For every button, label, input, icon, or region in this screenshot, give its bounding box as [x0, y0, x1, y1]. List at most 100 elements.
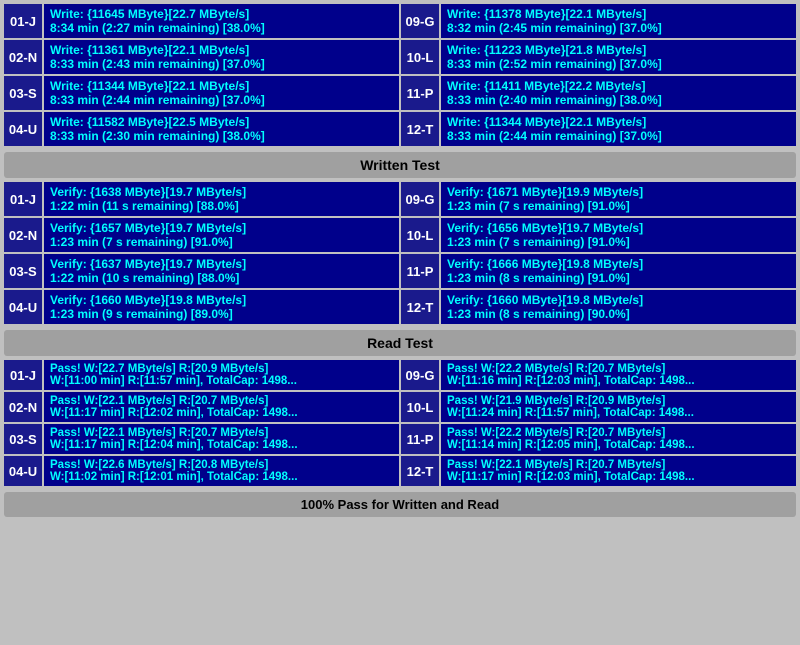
- table-row: 10-L Pass! W:[21.9 MByte/s] R:[20.9 MByt…: [401, 392, 796, 422]
- verify-line1-12t: Verify: {1660 MByte}[19.8 MByte/s]: [447, 293, 790, 307]
- read-right-col: 09-G Pass! W:[22.2 MByte/s] R:[20.7 MByt…: [401, 360, 796, 488]
- verify-line1-09g: Verify: {1671 MByte}[19.9 MByte/s]: [447, 185, 790, 199]
- verify-line1-03s: Verify: {1637 MByte}[19.7 MByte/s]: [50, 257, 393, 271]
- table-row: 12-T Write: {11344 MByte}[22.1 MByte/s] …: [401, 112, 796, 146]
- table-row: 02-N Verify: {1657 MByte}[19.7 MByte/s] …: [4, 218, 399, 252]
- verify-data-11p: Verify: {1666 MByte}[19.8 MByte/s] 1:23 …: [441, 254, 796, 288]
- table-row: 11-P Pass! W:[22.2 MByte/s] R:[20.7 MByt…: [401, 424, 796, 454]
- table-row: 01-J Verify: {1638 MByte}[19.7 MByte/s] …: [4, 182, 399, 216]
- table-row: 09-G Verify: {1671 MByte}[19.9 MByte/s] …: [401, 182, 796, 216]
- read-line1-12t: Pass! W:[22.1 MByte/s] R:[20.7 MByte/s]: [447, 459, 790, 471]
- write-line2-04u: 8:33 min (2:30 min remaining) [38.0%]: [50, 129, 393, 143]
- verify-line2-02n: 1:23 min (7 s remaining) [91.0%]: [50, 235, 393, 249]
- table-row: 09-G Pass! W:[22.2 MByte/s] R:[20.7 MByt…: [401, 360, 796, 390]
- read-section: 01-J Pass! W:[22.7 MByte/s] R:[20.9 MByt…: [4, 360, 796, 488]
- drive-id-02n-verify: 02-N: [4, 218, 42, 252]
- verify-data-04u: Verify: {1660 MByte}[19.8 MByte/s] 1:23 …: [44, 290, 399, 324]
- write-data-04u: Write: {11582 MByte}[22.5 MByte/s] 8:33 …: [44, 112, 399, 146]
- read-line2-11p: W:[11:14 min] R:[12:05 min], TotalCap: 1…: [447, 439, 790, 451]
- read-data-04u: Pass! W:[22.6 MByte/s] R:[20.8 MByte/s] …: [44, 456, 399, 486]
- drive-id-11p-write: 11-P: [401, 76, 439, 110]
- write-line1-04u: Write: {11582 MByte}[22.5 MByte/s]: [50, 115, 393, 129]
- verify-line1-02n: Verify: {1657 MByte}[19.7 MByte/s]: [50, 221, 393, 235]
- write-data-02n: Write: {11361 MByte}[22.1 MByte/s] 8:33 …: [44, 40, 399, 74]
- table-row: 11-P Verify: {1666 MByte}[19.8 MByte/s] …: [401, 254, 796, 288]
- drive-id-09g-read: 09-G: [401, 360, 439, 390]
- drive-id-10l-write: 10-L: [401, 40, 439, 74]
- read-data-01j: Pass! W:[22.7 MByte/s] R:[20.9 MByte/s] …: [44, 360, 399, 390]
- read-line1-04u: Pass! W:[22.6 MByte/s] R:[20.8 MByte/s]: [50, 459, 393, 471]
- write-line1-10l: Write: {11223 MByte}[21.8 MByte/s]: [447, 43, 790, 57]
- read-line2-12t: W:[11:17 min] R:[12:03 min], TotalCap: 1…: [447, 471, 790, 483]
- drive-id-09g-verify: 09-G: [401, 182, 439, 216]
- verify-section: 01-J Verify: {1638 MByte}[19.7 MByte/s] …: [4, 182, 796, 326]
- write-data-09g: Write: {11378 MByte}[22.1 MByte/s] 8:32 …: [441, 4, 796, 38]
- write-data-01j: Write: {11645 MByte}[22.7 MByte/s] 8:34 …: [44, 4, 399, 38]
- table-row: 03-S Verify: {1637 MByte}[19.7 MByte/s] …: [4, 254, 399, 288]
- read-grid: 01-J Pass! W:[22.7 MByte/s] R:[20.9 MByt…: [4, 360, 796, 488]
- write-data-10l: Write: {11223 MByte}[21.8 MByte/s] 8:33 …: [441, 40, 796, 74]
- read-line1-11p: Pass! W:[22.2 MByte/s] R:[20.7 MByte/s]: [447, 427, 790, 439]
- table-row: 02-N Pass! W:[22.1 MByte/s] R:[20.7 MByt…: [4, 392, 399, 422]
- table-row: 03-S Write: {11344 MByte}[22.1 MByte/s] …: [4, 76, 399, 110]
- verify-data-12t: Verify: {1660 MByte}[19.8 MByte/s] 1:23 …: [441, 290, 796, 324]
- table-row: 03-S Pass! W:[22.1 MByte/s] R:[20.7 MByt…: [4, 424, 399, 454]
- table-row: 04-U Pass! W:[22.6 MByte/s] R:[20.8 MByt…: [4, 456, 399, 486]
- verify-grid: 01-J Verify: {1638 MByte}[19.7 MByte/s] …: [4, 182, 796, 326]
- write-line2-01j: 8:34 min (2:27 min remaining) [38.0%]: [50, 21, 393, 35]
- drive-id-03s-read: 03-S: [4, 424, 42, 454]
- write-left-col: 01-J Write: {11645 MByte}[22.7 MByte/s] …: [4, 4, 399, 148]
- table-row: 11-P Write: {11411 MByte}[22.2 MByte/s] …: [401, 76, 796, 110]
- table-row: 12-T Pass! W:[22.1 MByte/s] R:[20.7 MByt…: [401, 456, 796, 486]
- write-line2-02n: 8:33 min (2:43 min remaining) [37.0%]: [50, 57, 393, 71]
- read-line1-10l: Pass! W:[21.9 MByte/s] R:[20.9 MByte/s]: [447, 395, 790, 407]
- drive-id-02n-write: 02-N: [4, 40, 42, 74]
- write-grid: 01-J Write: {11645 MByte}[22.7 MByte/s] …: [4, 4, 796, 148]
- status-bar: 100% Pass for Written and Read: [4, 492, 796, 517]
- drive-id-09g-write: 09-G: [401, 4, 439, 38]
- read-line2-02n: W:[11:17 min] R:[12:02 min], TotalCap: 1…: [50, 407, 393, 419]
- table-row: 01-J Write: {11645 MByte}[22.7 MByte/s] …: [4, 4, 399, 38]
- drive-id-03s-write: 03-S: [4, 76, 42, 110]
- drive-id-04u-read: 04-U: [4, 456, 42, 486]
- read-line1-09g: Pass! W:[22.2 MByte/s] R:[20.7 MByte/s]: [447, 363, 790, 375]
- read-line1-01j: Pass! W:[22.7 MByte/s] R:[20.9 MByte/s]: [50, 363, 393, 375]
- write-line2-11p: 8:33 min (2:40 min remaining) [38.0%]: [447, 93, 790, 107]
- table-row: 09-G Write: {11378 MByte}[22.1 MByte/s] …: [401, 4, 796, 38]
- read-data-02n: Pass! W:[22.1 MByte/s] R:[20.7 MByte/s] …: [44, 392, 399, 422]
- table-row: 10-L Write: {11223 MByte}[21.8 MByte/s] …: [401, 40, 796, 74]
- verify-line2-04u: 1:23 min (9 s remaining) [89.0%]: [50, 307, 393, 321]
- read-data-03s: Pass! W:[22.1 MByte/s] R:[20.7 MByte/s] …: [44, 424, 399, 454]
- read-line2-09g: W:[11:16 min] R:[12:03 min], TotalCap: 1…: [447, 375, 790, 387]
- verify-data-02n: Verify: {1657 MByte}[19.7 MByte/s] 1:23 …: [44, 218, 399, 252]
- write-line2-10l: 8:33 min (2:52 min remaining) [37.0%]: [447, 57, 790, 71]
- read-line2-10l: W:[11:24 min] R:[11:57 min], TotalCap: 1…: [447, 407, 790, 419]
- read-line2-01j: W:[11:00 min] R:[11:57 min], TotalCap: 1…: [50, 375, 393, 387]
- drive-id-12t-write: 12-T: [401, 112, 439, 146]
- write-line2-09g: 8:32 min (2:45 min remaining) [37.0%]: [447, 21, 790, 35]
- verify-line2-03s: 1:22 min (10 s remaining) [88.0%]: [50, 271, 393, 285]
- verify-line2-12t: 1:23 min (8 s remaining) [90.0%]: [447, 307, 790, 321]
- read-data-12t: Pass! W:[22.1 MByte/s] R:[20.7 MByte/s] …: [441, 456, 796, 486]
- drive-id-01j-read: 01-J: [4, 360, 42, 390]
- drive-id-12t-verify: 12-T: [401, 290, 439, 324]
- table-row: 04-U Write: {11582 MByte}[22.5 MByte/s] …: [4, 112, 399, 146]
- read-line2-03s: W:[11:17 min] R:[12:04 min], TotalCap: 1…: [50, 439, 393, 451]
- drive-id-03s-verify: 03-S: [4, 254, 42, 288]
- read-line2-04u: W:[11:02 min] R:[12:01 min], TotalCap: 1…: [50, 471, 393, 483]
- write-line2-03s: 8:33 min (2:44 min remaining) [37.0%]: [50, 93, 393, 107]
- drive-id-11p-verify: 11-P: [401, 254, 439, 288]
- verify-line2-10l: 1:23 min (7 s remaining) [91.0%]: [447, 235, 790, 249]
- verify-line2-01j: 1:22 min (11 s remaining) [88.0%]: [50, 199, 393, 213]
- read-line1-02n: Pass! W:[22.1 MByte/s] R:[20.7 MByte/s]: [50, 395, 393, 407]
- read-line1-03s: Pass! W:[22.1 MByte/s] R:[20.7 MByte/s]: [50, 427, 393, 439]
- written-test-header: Written Test: [4, 152, 796, 178]
- drive-id-11p-read: 11-P: [401, 424, 439, 454]
- drive-id-01j-verify: 01-J: [4, 182, 42, 216]
- verify-line2-09g: 1:23 min (7 s remaining) [91.0%]: [447, 199, 790, 213]
- read-data-09g: Pass! W:[22.2 MByte/s] R:[20.7 MByte/s] …: [441, 360, 796, 390]
- write-line1-02n: Write: {11361 MByte}[22.1 MByte/s]: [50, 43, 393, 57]
- verify-right-col: 09-G Verify: {1671 MByte}[19.9 MByte/s] …: [401, 182, 796, 326]
- verify-line1-01j: Verify: {1638 MByte}[19.7 MByte/s]: [50, 185, 393, 199]
- verify-data-01j: Verify: {1638 MByte}[19.7 MByte/s] 1:22 …: [44, 182, 399, 216]
